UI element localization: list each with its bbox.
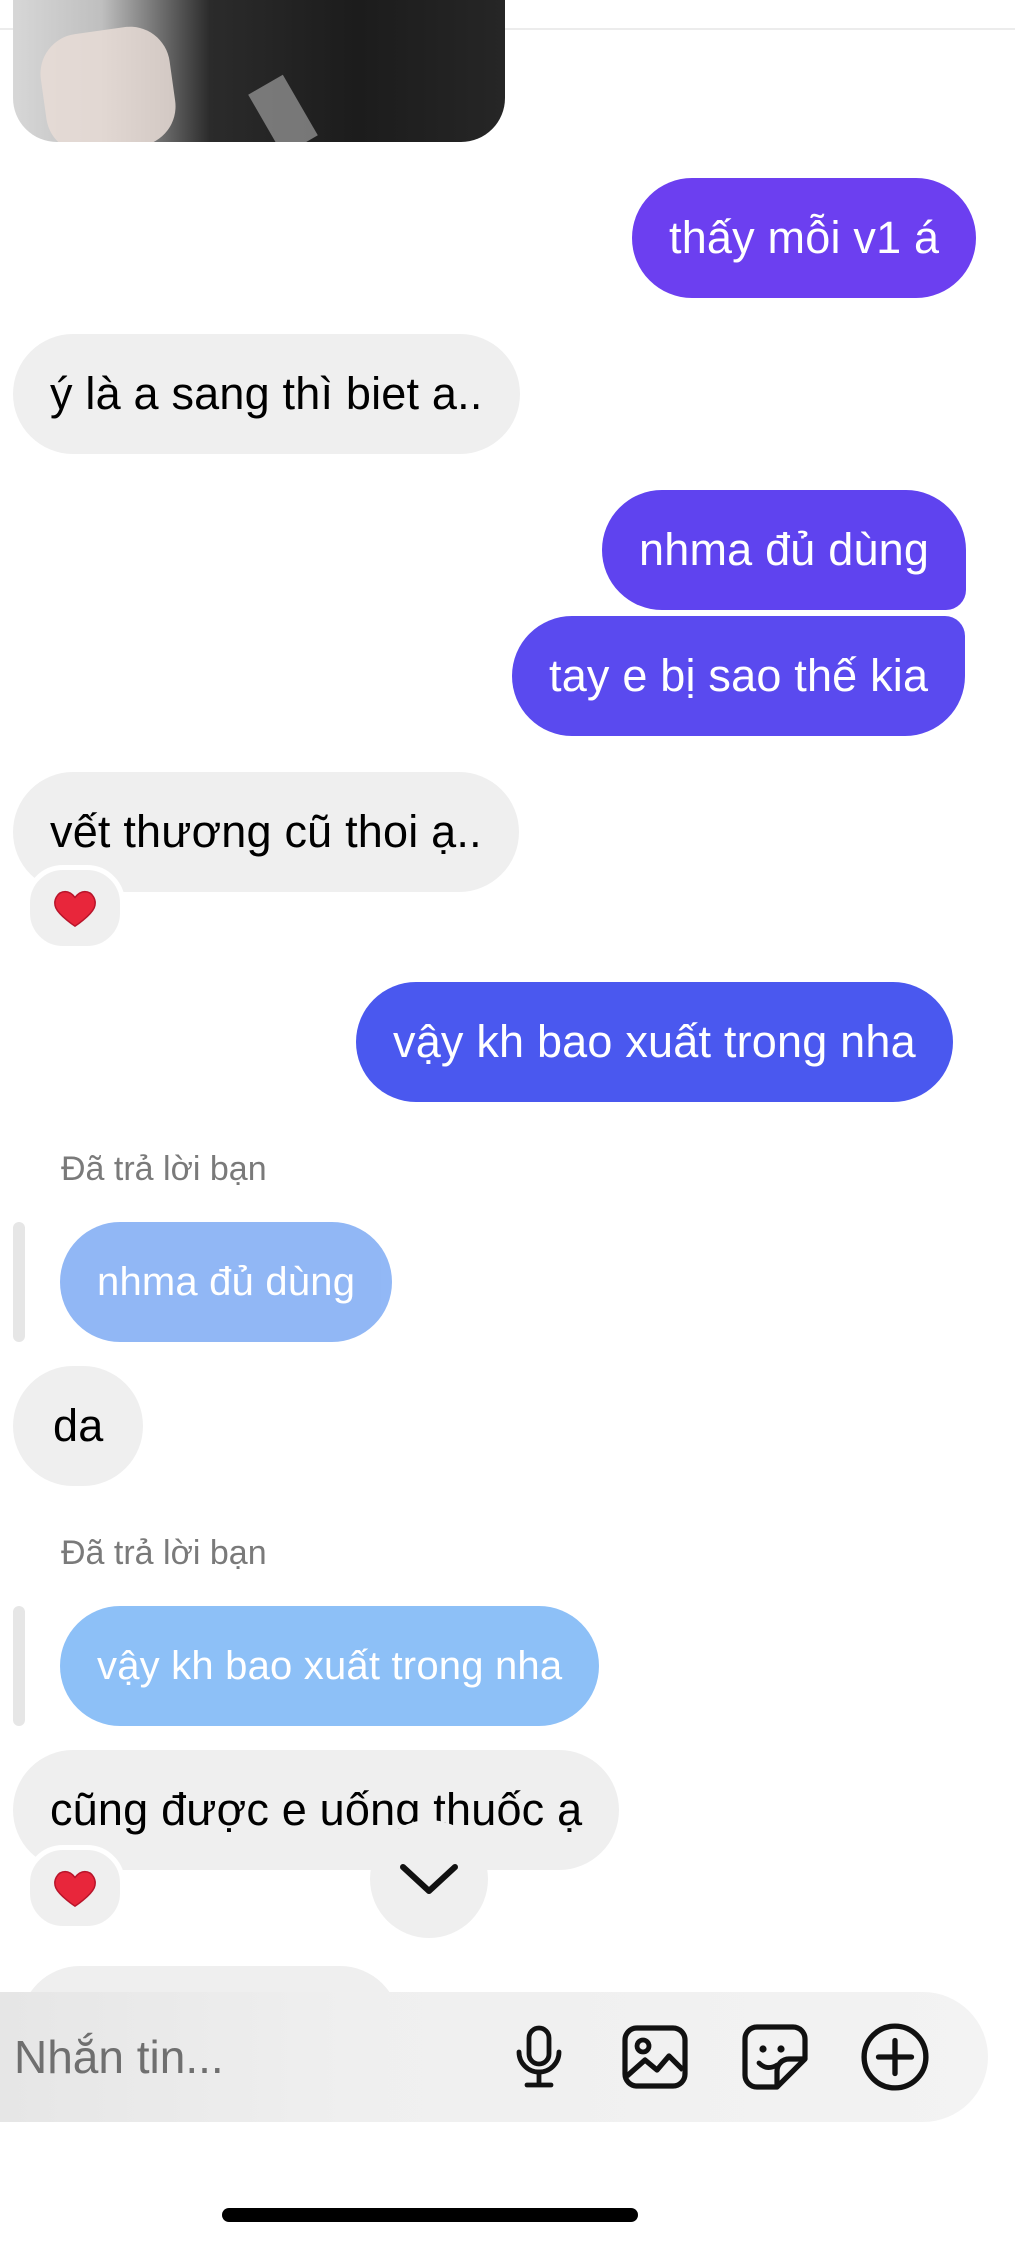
- reply-bar: [13, 1606, 25, 1726]
- microphone-button[interactable]: [502, 2020, 576, 2094]
- message-reaction[interactable]: [25, 1845, 125, 1931]
- message-input-placeholder: Nhắn tin...: [14, 2031, 224, 2083]
- shared-photo[interactable]: [13, 0, 505, 142]
- quoted-text: nhma đủ dùng: [97, 1259, 356, 1304]
- quoted-message[interactable]: nhma đủ dùng: [60, 1222, 393, 1342]
- outgoing-message[interactable]: nhma đủ dùng: [602, 490, 967, 610]
- photo-hand-detail: [35, 21, 181, 142]
- reply-label: Đã trả lời bạn: [61, 1150, 267, 1188]
- reply-bar: [13, 1222, 25, 1342]
- incoming-message[interactable]: da: [13, 1366, 144, 1486]
- sticker-icon: [742, 2024, 808, 2090]
- incoming-message[interactable]: ý là a sang thì biet a..: [13, 334, 520, 454]
- home-indicator[interactable]: [222, 2208, 638, 2222]
- microphone-icon: [516, 2025, 562, 2088]
- chevron-down-icon: [400, 1864, 458, 1894]
- reply-label: Đã trả lời bạn: [61, 1534, 267, 1572]
- message-input[interactable]: Nhắn tin...: [14, 1992, 484, 2122]
- outgoing-message[interactable]: vậy kh bao xuất trong nha: [356, 982, 953, 1102]
- scroll-to-bottom-button[interactable]: [370, 1820, 488, 1938]
- outgoing-message[interactable]: tay e bị sao thế kia: [512, 616, 966, 736]
- photo-fabric-detail: [248, 74, 318, 142]
- more-options-button[interactable]: [858, 2020, 932, 2094]
- message-text: cũng được e uống thuốc ạ: [50, 1784, 583, 1835]
- message-reaction[interactable]: [25, 865, 125, 951]
- image-icon: [622, 2025, 688, 2089]
- plus-circle-icon: [861, 2023, 929, 2091]
- message-text: vậy kh bao xuất trong nha: [393, 1016, 916, 1067]
- message-text: ý là a sang thì biet a..: [50, 368, 483, 419]
- gallery-button[interactable]: [618, 2020, 692, 2094]
- message-text: nhma đủ dùng: [639, 524, 930, 575]
- message-composer: Nhắn tin...: [0, 1992, 988, 2122]
- message-text: vết thương cũ thoi ạ..: [50, 806, 482, 857]
- heart-icon: [54, 1870, 96, 1908]
- sticker-button[interactable]: [738, 2020, 812, 2094]
- outgoing-message[interactable]: thấy mỗi v1 á: [632, 178, 977, 298]
- quoted-message[interactable]: vậy kh bao xuất trong nha: [60, 1606, 600, 1726]
- quoted-text: vậy kh bao xuất trong nha: [97, 1643, 563, 1688]
- message-text: thấy mỗi v1 á: [669, 212, 940, 263]
- message-text: tay e bị sao thế kia: [549, 650, 929, 701]
- heart-icon: [54, 890, 96, 928]
- message-text: da: [53, 1400, 104, 1451]
